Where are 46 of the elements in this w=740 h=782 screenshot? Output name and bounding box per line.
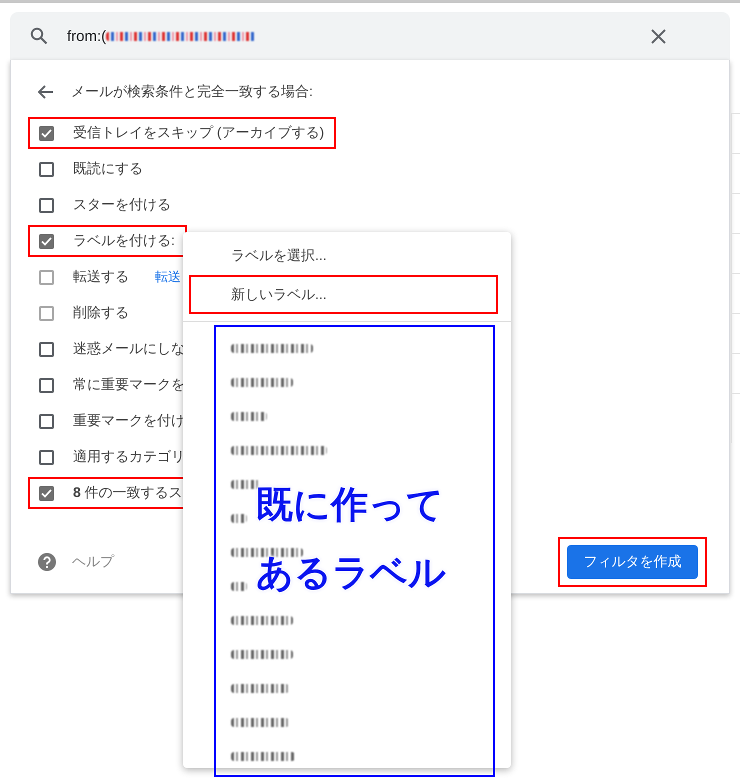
close-icon[interactable] <box>651 28 666 44</box>
option-label: スターを付ける <box>73 196 171 214</box>
callout-text: 既に作って <box>256 483 445 527</box>
option-label: 迷惑メールにしな <box>73 340 185 358</box>
option-label: 適用するカテゴリ <box>73 448 185 466</box>
checkbox[interactable] <box>39 126 54 140</box>
search-query: from:( <box>67 28 106 44</box>
checkbox[interactable] <box>39 234 54 248</box>
blurred-label[interactable] <box>231 616 293 624</box>
help-icon[interactable] <box>38 553 56 571</box>
checkbox[interactable] <box>39 414 54 428</box>
blurred-label[interactable] <box>231 514 247 522</box>
back-arrow-icon[interactable] <box>38 85 54 99</box>
checkbox[interactable] <box>39 342 54 356</box>
blurred-label[interactable] <box>231 412 267 420</box>
blurred-label[interactable] <box>231 378 293 386</box>
blurred-label[interactable] <box>231 752 295 760</box>
panel-heading: メールが検索条件と完全一致する場合: <box>71 83 313 101</box>
create-filter-button[interactable]: フィルタを作成 <box>567 545 698 579</box>
search-bar[interactable]: from:( <box>10 12 730 60</box>
blurred-label[interactable] <box>231 650 293 658</box>
blurred-label[interactable] <box>231 718 289 726</box>
checkbox[interactable] <box>39 486 54 500</box>
blurred-label[interactable] <box>231 446 327 454</box>
option-label: 転送する <box>73 268 129 286</box>
menu-item[interactable]: ラベルを選択... <box>191 246 327 264</box>
blurred-label[interactable] <box>231 344 313 352</box>
callout-text: あるラベル <box>256 551 446 595</box>
blurred-label[interactable] <box>231 582 247 590</box>
search-icon[interactable] <box>30 27 48 45</box>
checkbox[interactable] <box>39 450 54 464</box>
blurred-label[interactable] <box>231 684 289 692</box>
checkbox[interactable] <box>39 198 54 212</box>
checkbox[interactable] <box>39 378 54 392</box>
option-label: 受信トレイをスキップ (アーカイブする) <box>73 124 324 142</box>
blurred-label[interactable] <box>231 480 261 488</box>
option-label: 常に重要マークを <box>73 376 185 394</box>
checkbox[interactable] <box>39 162 54 176</box>
option-label: ラベルを付ける: <box>73 232 175 250</box>
option-label: 既読にする <box>73 160 143 178</box>
help-link[interactable]: ヘルプ <box>72 553 114 571</box>
blurred-label[interactable] <box>231 548 303 556</box>
option-label: 8 件の一致するス <box>73 484 183 502</box>
option-label: 重要マークを付け <box>73 412 185 430</box>
option-label: 削除する <box>73 304 129 322</box>
menu-item[interactable]: 新しいラベル... <box>191 286 327 304</box>
